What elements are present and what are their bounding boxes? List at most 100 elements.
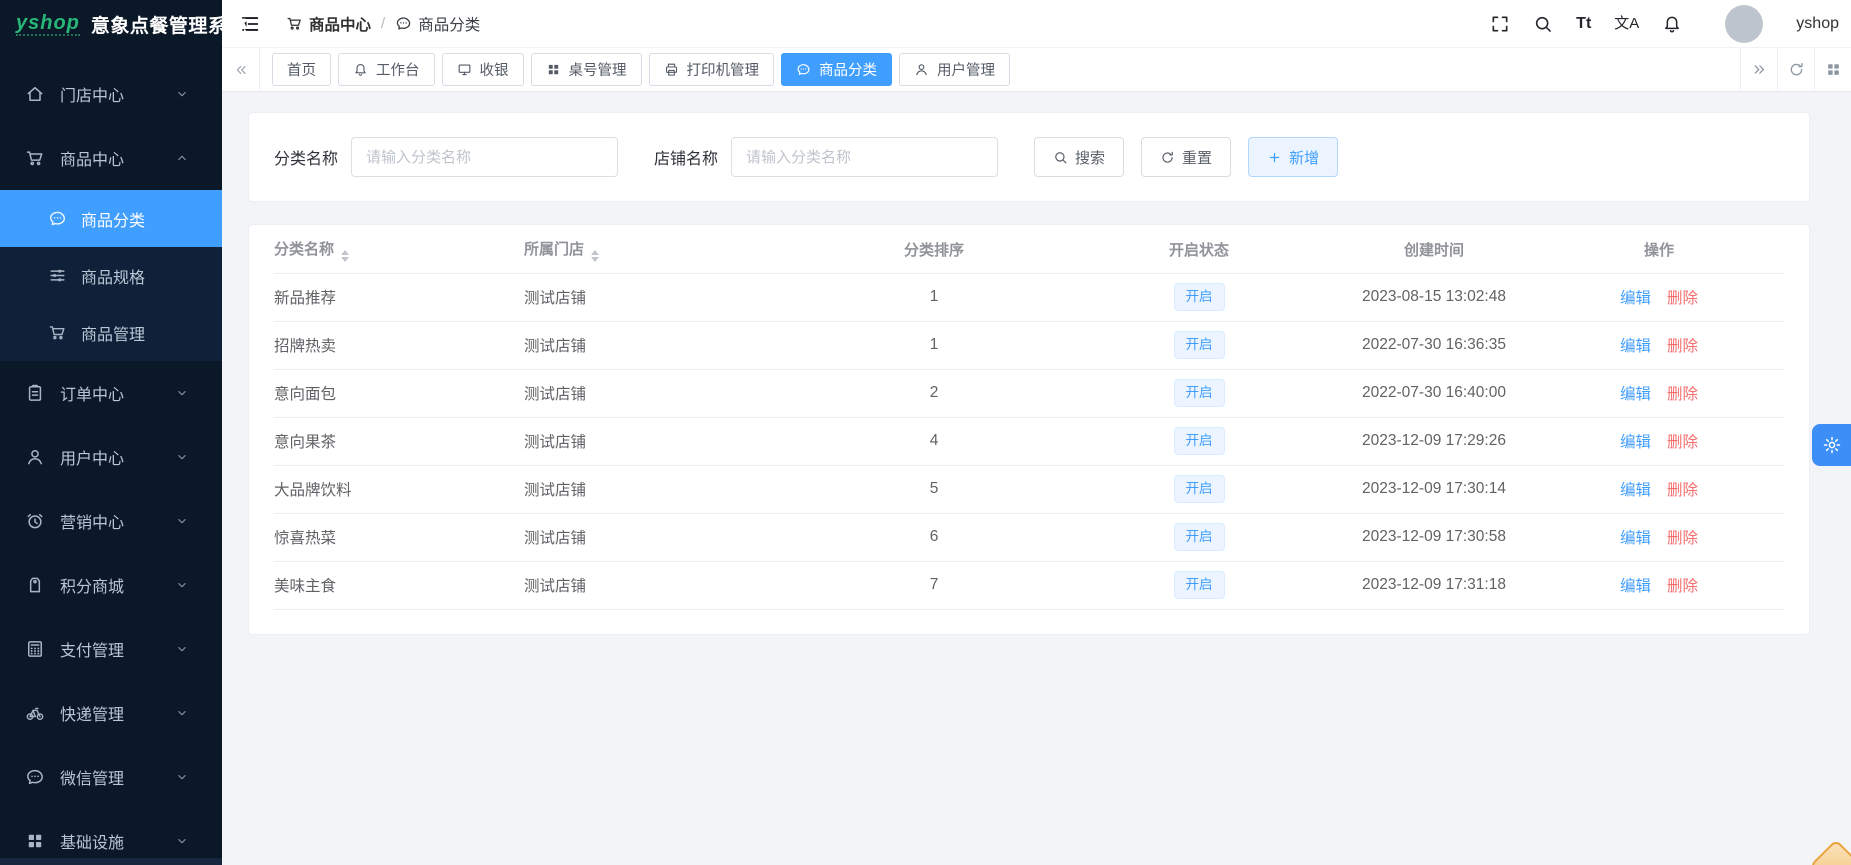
- tab-user-manage[interactable]: 用户管理: [899, 53, 1010, 86]
- sidebar-item-label: 营销中心: [60, 509, 124, 533]
- username[interactable]: yshop: [1796, 15, 1839, 33]
- cell-store: 测试店铺: [524, 513, 804, 561]
- tab-options-button[interactable]: [1814, 48, 1851, 91]
- status-badge[interactable]: 开启: [1174, 331, 1225, 359]
- sidebar-item-label: 微信管理: [60, 765, 124, 789]
- column-header-store[interactable]: 所属门店: [524, 227, 804, 273]
- delete-link[interactable]: 删除: [1667, 434, 1698, 451]
- tab-printer-manage[interactable]: 打印机管理: [649, 53, 775, 86]
- user-icon: [25, 447, 45, 467]
- search-icon: [1533, 14, 1553, 34]
- sidebar-item-marketing-center[interactable]: 营销中心: [0, 489, 222, 553]
- sidebar-item-label: 门店中心: [60, 82, 124, 106]
- delete-link[interactable]: 删除: [1667, 290, 1698, 307]
- sidebar-subitem-product-spec[interactable]: 商品规格: [0, 247, 222, 304]
- tab-workbench[interactable]: 工作台: [338, 53, 435, 86]
- sidebar-subitem-product-manage[interactable]: 商品管理: [0, 304, 222, 361]
- chevron-down-icon: [175, 642, 189, 656]
- plus-icon: [1267, 150, 1282, 165]
- tab-strip: 首页 工作台 收银 桌号管理 打印机管理 商品分类: [260, 48, 1740, 91]
- search-button[interactable]: 搜索: [1034, 137, 1124, 177]
- sidebar-item-order-center[interactable]: 订单中心: [0, 361, 222, 425]
- filter-panel: 分类名称 店铺名称 搜索 重置 新增: [248, 112, 1810, 202]
- sidebar-subitem-label: 商品分类: [81, 207, 145, 231]
- cell-created-time: 2023-12-09 17:30:14: [1334, 465, 1534, 513]
- grid-icon: [25, 831, 45, 851]
- edit-link[interactable]: 编辑: [1620, 530, 1651, 547]
- sidebar-item-wechat-manage[interactable]: 微信管理: [0, 745, 222, 809]
- delete-link[interactable]: 删除: [1667, 530, 1698, 547]
- sidebar-item-payment-manage[interactable]: 支付管理: [0, 617, 222, 681]
- cart-icon: [48, 323, 67, 342]
- cell-category-name: 招牌热卖: [274, 321, 524, 369]
- cell-sort-order: 6: [804, 513, 1064, 561]
- tab-label: 工作台: [376, 59, 420, 80]
- column-header-sort-order: 分类排序: [804, 227, 1064, 273]
- cell-created-time: 2023-12-09 17:30:58: [1334, 513, 1534, 561]
- cell-sort-order: 4: [804, 417, 1064, 465]
- tabs-scroll-left-button[interactable]: [222, 48, 260, 91]
- column-header-category-name[interactable]: 分类名称: [274, 227, 524, 273]
- reset-button[interactable]: 重置: [1141, 137, 1231, 177]
- sidebar-item-store-center[interactable]: 门店中心: [0, 62, 222, 126]
- table-row: 美味主食 测试店铺 7 开启 2023-12-09 17:31:18 编辑删除: [274, 561, 1784, 609]
- sidebar-item-infrastructure[interactable]: 基础设施: [0, 809, 222, 865]
- global-search-button[interactable]: [1533, 14, 1553, 34]
- edit-link[interactable]: 编辑: [1620, 386, 1651, 403]
- sort-caret-icon[interactable]: [341, 250, 349, 262]
- settings-drawer-button[interactable]: [1812, 424, 1851, 466]
- sidebar: yshop 意象点餐管理系统 门店中心 商品中心 商品分类: [0, 0, 222, 865]
- status-badge[interactable]: 开启: [1174, 427, 1225, 455]
- cell-store: 测试店铺: [524, 273, 804, 321]
- column-header-actions: 操作: [1534, 227, 1784, 273]
- breadcrumb-product-center[interactable]: 商品中心: [286, 13, 371, 35]
- sidebar-item-user-center[interactable]: 用户中心: [0, 425, 222, 489]
- edit-link[interactable]: 编辑: [1620, 434, 1651, 451]
- sidebar-subitem-product-category[interactable]: 商品分类: [0, 190, 222, 247]
- edit-link[interactable]: 编辑: [1620, 578, 1651, 595]
- refresh-page-button[interactable]: [1777, 48, 1814, 91]
- gear-icon: [1822, 435, 1842, 455]
- store-name-input[interactable]: [731, 137, 998, 177]
- breadcrumb-product-category[interactable]: 商品分类: [395, 13, 480, 35]
- tab-product-category[interactable]: 商品分类: [781, 53, 892, 86]
- notifications-button[interactable]: [1662, 14, 1682, 34]
- avatar[interactable]: [1725, 5, 1763, 43]
- delete-link[interactable]: 删除: [1667, 386, 1698, 403]
- sidebar-item-label: 快递管理: [60, 701, 124, 725]
- translate-button[interactable]: 文A: [1614, 16, 1639, 31]
- cell-created-time: 2023-12-09 17:29:26: [1334, 417, 1534, 465]
- sidebar-item-product-center[interactable]: 商品中心: [0, 126, 222, 190]
- category-name-input[interactable]: [351, 137, 618, 177]
- status-badge[interactable]: 开启: [1174, 523, 1225, 551]
- tab-table-manage[interactable]: 桌号管理: [531, 53, 642, 86]
- edit-link[interactable]: 编辑: [1620, 338, 1651, 355]
- status-badge[interactable]: 开启: [1174, 283, 1225, 311]
- breadcrumb: 商品中心 / 商品分类: [286, 13, 480, 35]
- delete-link[interactable]: 删除: [1667, 482, 1698, 499]
- breadcrumb-label: 商品分类: [418, 13, 480, 35]
- font-size-button[interactable]: Tt: [1576, 16, 1591, 32]
- delete-link[interactable]: 删除: [1667, 578, 1698, 595]
- clipboard-icon: [25, 383, 45, 403]
- sidebar-item-label: 用户中心: [60, 445, 124, 469]
- fullscreen-button[interactable]: [1490, 14, 1510, 34]
- edit-link[interactable]: 编辑: [1620, 482, 1651, 499]
- column-header-created-time: 创建时间: [1334, 227, 1534, 273]
- table-row: 大品牌饮料 测试店铺 5 开启 2023-12-09 17:30:14 编辑删除: [274, 465, 1784, 513]
- tabs-scroll-right-button[interactable]: [1740, 48, 1777, 91]
- sidebar-item-express-manage[interactable]: 快递管理: [0, 681, 222, 745]
- add-button[interactable]: 新增: [1248, 137, 1338, 177]
- sidebar-item-points-mall[interactable]: 积分商城: [0, 553, 222, 617]
- tab-cashier[interactable]: 收银: [442, 53, 524, 86]
- status-badge[interactable]: 开启: [1174, 379, 1225, 407]
- tab-home[interactable]: 首页: [272, 53, 331, 86]
- sort-caret-icon[interactable]: [591, 250, 599, 262]
- delete-link[interactable]: 删除: [1667, 338, 1698, 355]
- edit-link[interactable]: 编辑: [1620, 290, 1651, 307]
- status-badge[interactable]: 开启: [1174, 571, 1225, 599]
- cell-category-name: 意向果茶: [274, 417, 524, 465]
- status-badge[interactable]: 开启: [1174, 475, 1225, 503]
- app-logo[interactable]: yshop 意象点餐管理系统: [0, 0, 222, 48]
- search-icon: [1053, 150, 1068, 165]
